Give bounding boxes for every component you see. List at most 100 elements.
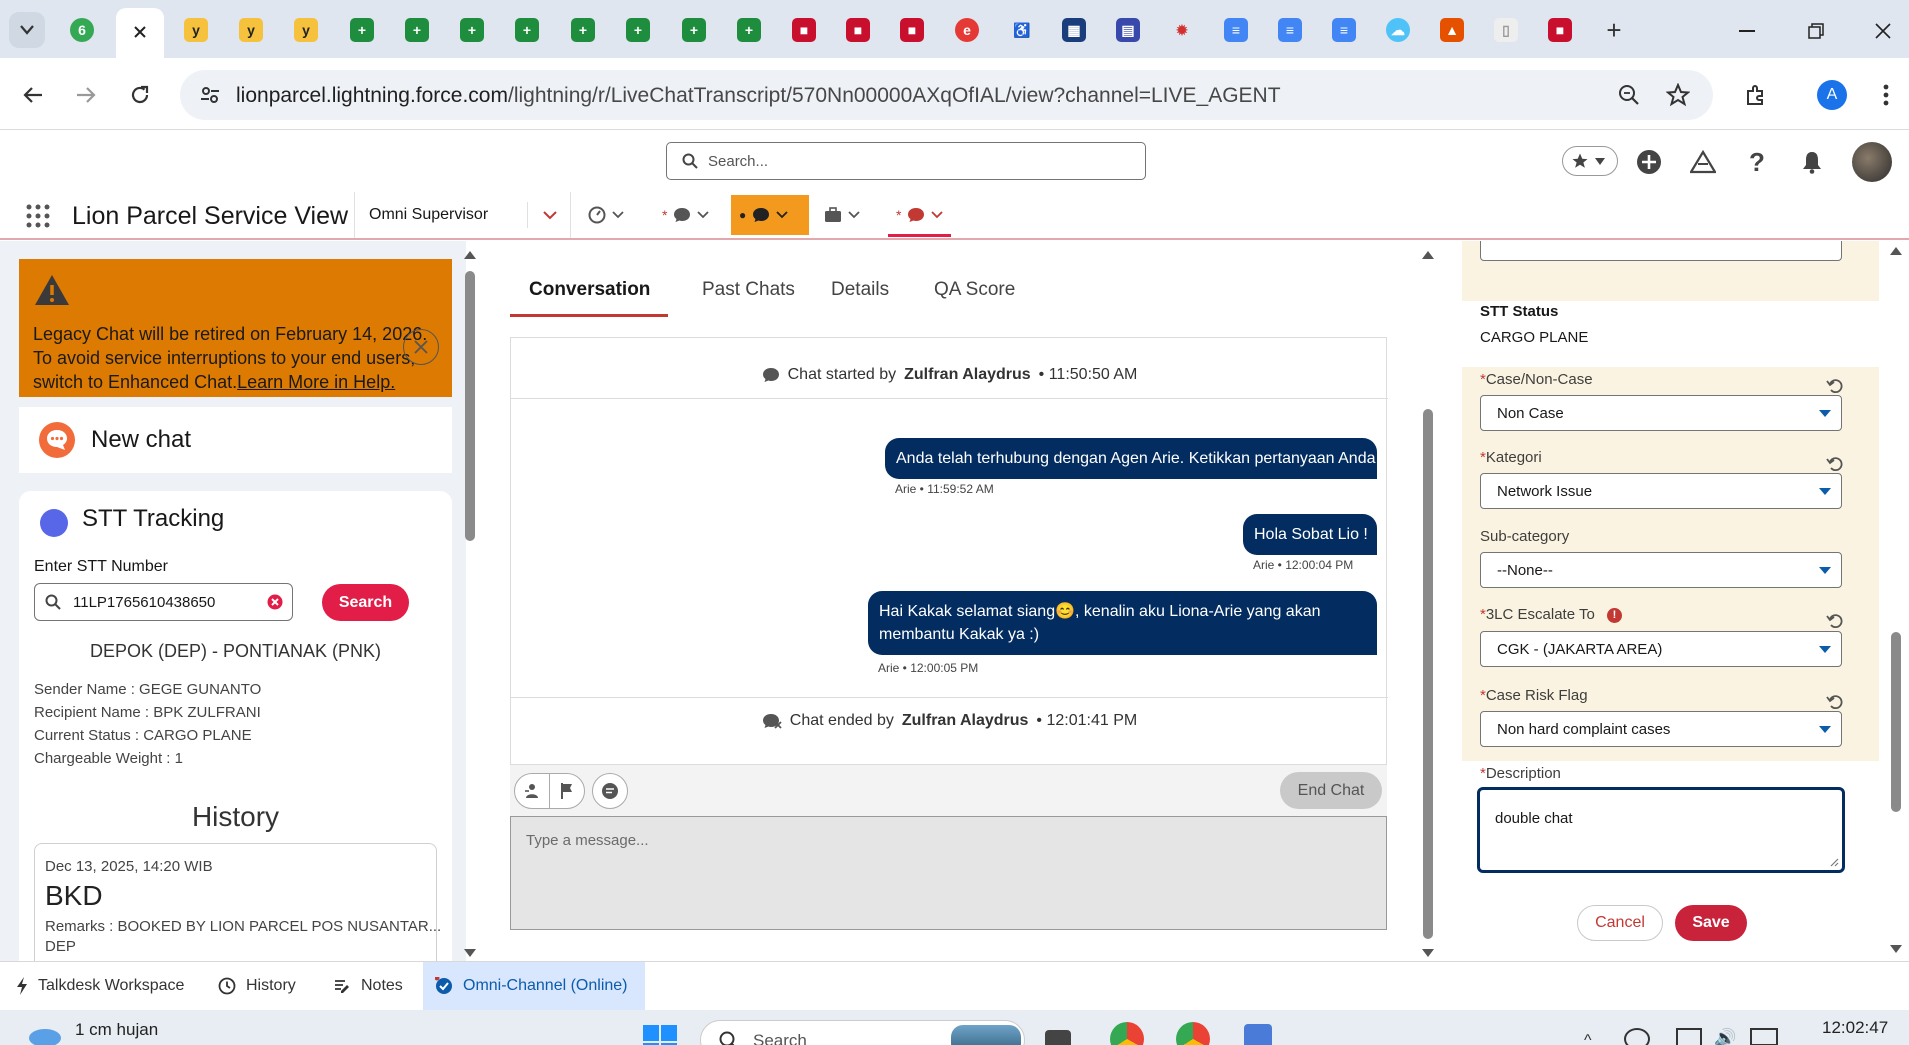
risk-flag-select[interactable]: Non hard complaint cases xyxy=(1480,711,1842,747)
tab-docs-icon[interactable]: ≡ xyxy=(1224,18,1248,42)
save-button[interactable]: Save xyxy=(1675,905,1747,941)
back-arrow-icon[interactable] xyxy=(17,79,49,111)
nav-item-selector[interactable]: Omni Supervisor xyxy=(354,192,571,238)
zoom-icon[interactable] xyxy=(1618,84,1640,106)
lookup-field[interactable] xyxy=(1480,241,1842,261)
center-scrollbar[interactable] xyxy=(1420,247,1436,961)
tab-sheets-icon[interactable]: + xyxy=(626,18,650,42)
message-input[interactable]: Type a message... xyxy=(510,816,1387,930)
kebab-menu-icon[interactable] xyxy=(1870,79,1902,111)
undo-icon[interactable] xyxy=(1826,693,1844,711)
network-icon[interactable] xyxy=(1676,1028,1702,1045)
restore-icon[interactable] xyxy=(1801,16,1831,46)
address-bar[interactable]: lionparcel.lightning.force.com/lightning… xyxy=(180,70,1713,120)
workspace-tab-status[interactable] xyxy=(580,195,632,235)
undo-icon[interactable] xyxy=(1826,612,1844,630)
utility-talkdesk[interactable]: Talkdesk Workspace xyxy=(4,962,196,1010)
undo-icon[interactable] xyxy=(1826,377,1844,395)
tab-sheets-icon[interactable]: + xyxy=(737,18,761,42)
window-close-icon[interactable] xyxy=(1868,16,1898,46)
workspace-tab-chat-current[interactable]: * xyxy=(888,195,952,237)
close-icon[interactable] xyxy=(132,24,148,40)
tab-conversation[interactable]: Conversation xyxy=(529,279,650,301)
utility-notes[interactable]: Notes xyxy=(321,962,415,1010)
banner-help-link[interactable]: Learn More in Help. xyxy=(237,372,395,392)
center-scroll-thumb[interactable] xyxy=(1423,409,1433,939)
profile-avatar[interactable]: A xyxy=(1816,79,1848,111)
trailhead-icon[interactable] xyxy=(1688,147,1718,177)
chrome-icon[interactable] xyxy=(1110,1022,1144,1045)
minimize-icon[interactable] xyxy=(1732,16,1762,46)
quick-text-button[interactable] xyxy=(592,773,628,809)
transfer-button[interactable] xyxy=(514,773,550,809)
undo-icon[interactable] xyxy=(1826,455,1844,473)
tab-y-icon[interactable]: y xyxy=(184,18,208,42)
tab-app-icon[interactable]: ▦ xyxy=(1062,18,1086,42)
scroll-up-icon[interactable] xyxy=(1422,251,1434,259)
chrome-icon[interactable] xyxy=(1176,1022,1210,1045)
end-chat-button[interactable]: End Chat xyxy=(1280,772,1382,809)
tab-sheets-icon[interactable]: + xyxy=(405,18,429,42)
subcategory-select[interactable]: --None-- xyxy=(1480,552,1842,588)
resize-handle-icon[interactable] xyxy=(1829,857,1839,867)
right-scroll-thumb[interactable] xyxy=(1891,632,1901,812)
active-tab[interactable] xyxy=(116,8,164,58)
tab-app-icon[interactable]: ▲ xyxy=(1440,18,1464,42)
tab-app-icon[interactable]: ✹ xyxy=(1170,18,1194,42)
extensions-icon[interactable] xyxy=(1740,79,1772,111)
tab-lionparcel-icon[interactable]: ■ xyxy=(846,18,870,42)
right-scrollbar[interactable] xyxy=(1888,247,1904,961)
left-scrollbar[interactable] xyxy=(462,247,478,961)
tab-sheets-icon[interactable]: + xyxy=(350,18,374,42)
utility-omni-channel[interactable]: Omni-Channel (Online) xyxy=(423,962,645,1010)
tab-lionparcel-icon[interactable]: ■ xyxy=(792,18,816,42)
user-avatar[interactable] xyxy=(1852,142,1892,182)
tab-lionparcel-icon[interactable]: ■ xyxy=(1548,18,1572,42)
tab-search-button[interactable] xyxy=(9,12,45,48)
scroll-up-icon[interactable] xyxy=(1890,247,1902,255)
workspace-tab-case[interactable] xyxy=(816,195,868,235)
tab-sheets-icon[interactable]: + xyxy=(571,18,595,42)
tab-qa-score[interactable]: QA Score xyxy=(934,279,1015,301)
scroll-down-icon[interactable] xyxy=(464,949,476,957)
tab-docs-icon[interactable]: ≡ xyxy=(1278,18,1302,42)
tab-accessibility-icon[interactable]: ♿ xyxy=(1010,18,1034,42)
nav-selector-dropdown[interactable] xyxy=(527,202,572,228)
utility-history[interactable]: History xyxy=(206,962,308,1010)
case-type-select[interactable]: Non Case xyxy=(1480,395,1842,431)
global-actions-icon[interactable] xyxy=(1634,147,1664,177)
forward-arrow-icon[interactable] xyxy=(70,79,102,111)
scroll-down-icon[interactable] xyxy=(1890,945,1902,953)
tab-lionparcel-icon[interactable]: ■ xyxy=(900,18,924,42)
description-textarea[interactable]: double chat xyxy=(1477,787,1845,873)
battery-icon[interactable] xyxy=(1750,1028,1778,1045)
new-tab-icon[interactable]: + xyxy=(1602,15,1626,45)
windows-start-icon[interactable] xyxy=(642,1024,678,1045)
notepad-icon[interactable] xyxy=(1244,1024,1272,1045)
tab-y-icon[interactable]: y xyxy=(294,18,318,42)
taskbar-search[interactable]: Search xyxy=(700,1020,1025,1045)
tab-y-icon[interactable]: y xyxy=(239,18,263,42)
workspace-tab-chat-active[interactable]: ● xyxy=(731,195,809,235)
tab-badge[interactable]: 6 xyxy=(70,18,94,42)
app-launcher-icon[interactable] xyxy=(26,204,50,228)
sync-icon[interactable] xyxy=(1624,1028,1650,1045)
volume-icon[interactable]: 🔊 xyxy=(1714,1028,1736,1045)
reload-icon[interactable] xyxy=(124,79,156,111)
favorites-button[interactable] xyxy=(1562,146,1618,176)
tab-doc-icon[interactable]: ▯ xyxy=(1494,18,1518,42)
left-scroll-thumb[interactable] xyxy=(465,271,475,541)
tab-details[interactable]: Details xyxy=(831,279,889,301)
tray-chevron-icon[interactable]: ^ xyxy=(1584,1032,1592,1045)
workspace-tab-chat[interactable]: * xyxy=(654,195,717,235)
scroll-up-icon[interactable] xyxy=(464,251,476,259)
help-icon[interactable]: ? xyxy=(1742,147,1772,177)
weather-rain-icon[interactable] xyxy=(25,1024,65,1045)
error-info-icon[interactable]: ! xyxy=(1606,608,1622,623)
global-search-input[interactable]: Search... xyxy=(666,142,1146,180)
site-info-icon[interactable] xyxy=(200,85,220,105)
tab-past-chats[interactable]: Past Chats xyxy=(702,279,795,301)
stt-search-button[interactable]: Search xyxy=(322,584,409,621)
flag-button[interactable] xyxy=(549,773,585,809)
bookmark-star-icon[interactable] xyxy=(1666,83,1690,107)
